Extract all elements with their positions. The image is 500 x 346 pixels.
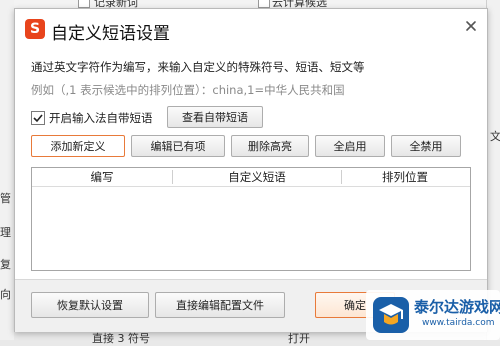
watermark-logo-icon bbox=[373, 297, 409, 333]
site-watermark: 泰尔达游戏网 www.tairda.com bbox=[366, 290, 500, 340]
phrase-table-header: 编写 自定义短语 排列位置 bbox=[32, 168, 470, 187]
column-header-code[interactable]: 编写 bbox=[32, 169, 172, 185]
phrase-table[interactable]: 编写 自定义短语 排列位置 bbox=[31, 167, 471, 271]
custom-phrase-dialog: S 自定义短语设置 通过英文字符作为编写，来输入自定义的特殊符号、短语、短文等 … bbox=[14, 8, 488, 332]
add-definition-button[interactable]: 添加新定义 bbox=[31, 135, 125, 157]
bg-left-char: 理 bbox=[0, 226, 11, 239]
disable-all-button[interactable]: 全禁用 bbox=[391, 135, 461, 157]
restore-defaults-button[interactable]: 恢复默认设置 bbox=[31, 292, 149, 318]
bg-checkbox-cloud-candidates bbox=[258, 0, 270, 8]
watermark-text: 泰尔达游戏网 bbox=[414, 298, 500, 316]
bg-left-char: 管 bbox=[0, 192, 11, 205]
column-header-phrase[interactable]: 自定义短语 bbox=[173, 169, 341, 185]
column-header-position[interactable]: 排列位置 bbox=[342, 169, 468, 185]
bg-checkbox-record-new-words bbox=[78, 0, 90, 8]
sogou-logo-icon: S bbox=[25, 19, 45, 39]
checkmark-icon bbox=[33, 114, 43, 123]
enable-all-button[interactable]: 全启用 bbox=[315, 135, 385, 157]
close-icon[interactable] bbox=[463, 18, 479, 34]
background-window-right bbox=[486, 0, 500, 340]
builtin-phrase-checkbox[interactable] bbox=[31, 111, 45, 125]
builtin-phrase-label[interactable]: 开启输入法自带短语 bbox=[49, 110, 153, 126]
dialog-titlebar[interactable]: S 自定义短语设置 bbox=[15, 9, 487, 47]
bg-left-char: 复 bbox=[0, 258, 11, 271]
dialog-title: 自定义短语设置 bbox=[51, 24, 170, 44]
dialog-description: 通过英文字符作为编写，来输入自定义的特殊符号、短语、短文等 bbox=[31, 60, 365, 74]
bg-left-char: 向 bbox=[0, 288, 11, 301]
bg-bottom-label: 打开 bbox=[288, 332, 310, 345]
view-builtin-phrases-button[interactable]: 查看自带短语 bbox=[167, 106, 263, 128]
dialog-example: 例如（,1 表示候选中的排列位置）：china,1=中华人民共和国 bbox=[31, 83, 345, 97]
edit-config-file-button[interactable]: 直接编辑配置文件 bbox=[155, 292, 285, 318]
edit-existing-button[interactable]: 编辑已有项 bbox=[131, 135, 225, 157]
delete-highlighted-button[interactable]: 删除高亮 bbox=[231, 135, 309, 157]
watermark-url: www.tairda.com bbox=[422, 318, 495, 328]
bg-bottom-label: 直接 3 符号 bbox=[92, 332, 150, 345]
bg-right-char: 文 bbox=[490, 130, 500, 143]
